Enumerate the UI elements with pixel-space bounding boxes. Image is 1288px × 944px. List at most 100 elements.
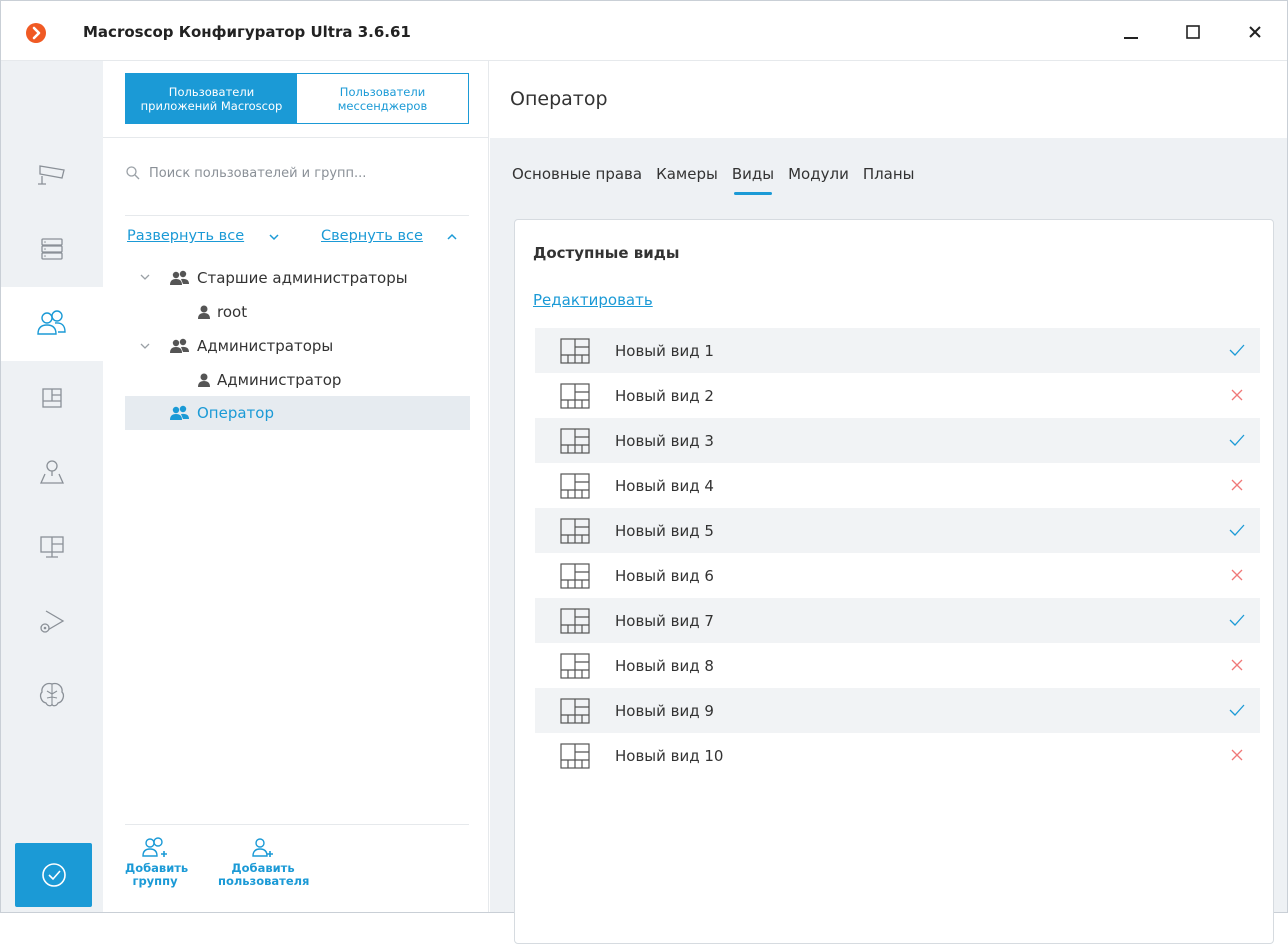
nav-monitors[interactable] [1, 510, 103, 584]
tree-item-group-selected[interactable]: Оператор [125, 396, 470, 430]
tree-item-group[interactable]: Старшие администраторы [125, 261, 470, 295]
users-icon [37, 310, 66, 335]
close-icon [1249, 26, 1261, 38]
minimize-icon [1124, 37, 1138, 39]
view-row[interactable]: Новый вид 9 [535, 688, 1260, 733]
view-name: Новый вид 5 [615, 521, 714, 540]
denied-cross-icon [1228, 476, 1246, 498]
permission-tabs: Основные права Камеры Виды Модули Планы [512, 165, 915, 195]
denied-cross-icon [1228, 386, 1246, 408]
group-icon [169, 338, 191, 354]
allowed-check-icon [1228, 431, 1246, 453]
users-panel: Пользователи приложений Macroscop Пользо… [103, 61, 489, 912]
nav-analytics[interactable] [1, 658, 103, 732]
allowed-check-icon [1228, 701, 1246, 723]
user-icon [197, 372, 211, 388]
user-type-switch: Пользователи приложений Macroscop Пользо… [125, 73, 469, 124]
playback-settings-icon [40, 610, 65, 633]
tree-item-label: Администраторы [197, 337, 334, 355]
add-group-label: Добавить группу [125, 861, 189, 888]
tree-item-user[interactable]: root [125, 295, 470, 329]
view-layout-icon [559, 337, 591, 364]
allowed-check-icon [1228, 341, 1246, 363]
app-window: Macroscop Конфигуратор Ultra 3.6.61 Поль… [0, 0, 1288, 944]
tab-cameras[interactable]: Камеры [656, 165, 718, 183]
collapse-all-link[interactable]: Свернуть все [321, 228, 423, 244]
divider [103, 137, 489, 138]
nav-views[interactable] [1, 361, 103, 435]
tree-item-label: root [217, 303, 248, 321]
denied-cross-icon [1228, 656, 1246, 678]
view-layout-icon [559, 427, 591, 454]
maximize-button[interactable] [1173, 15, 1213, 49]
view-name: Новый вид 2 [615, 386, 714, 405]
section-title: Доступные виды [533, 244, 680, 262]
view-layout-icon [559, 562, 591, 589]
nav-users[interactable] [1, 287, 103, 361]
search-icon [126, 166, 140, 180]
nav-playback-settings[interactable] [1, 584, 103, 658]
tree-item-label: Администратор [217, 371, 342, 389]
view-layout-icon [559, 742, 591, 769]
add-user-label: Добавить пользователя [218, 861, 310, 888]
view-row[interactable]: Новый вид 10 [535, 733, 1260, 778]
view-row[interactable]: Новый вид 8 [535, 643, 1260, 688]
nav-maps[interactable] [1, 435, 103, 509]
save-button[interactable] [15, 843, 92, 907]
view-row[interactable]: Новый вид 5 [535, 508, 1260, 553]
servers-icon [41, 238, 63, 260]
view-row[interactable]: Новый вид 3 [535, 418, 1260, 463]
view-layout-icon [559, 607, 591, 634]
chevron-down-icon[interactable] [268, 232, 280, 242]
camera-icon [38, 165, 65, 185]
available-views-card: Доступные виды Редактировать Новый вид 1… [514, 219, 1274, 944]
user-icon [197, 304, 211, 320]
divider [125, 215, 469, 216]
tab-views[interactable]: Виды [732, 165, 774, 195]
view-name: Новый вид 3 [615, 431, 714, 450]
view-layout-icon [559, 517, 591, 544]
view-layout-icon [559, 382, 591, 409]
main-sidebar [1, 61, 103, 912]
view-name: Новый вид 7 [615, 611, 714, 630]
divider [125, 824, 469, 825]
allowed-check-icon [1228, 521, 1246, 543]
window-title: Macroscop Конфигуратор Ultra 3.6.61 [83, 23, 411, 41]
maps-icon [39, 460, 65, 484]
nav-servers[interactable] [1, 212, 103, 286]
nav-cameras[interactable] [1, 138, 103, 212]
user-detail-pane: Оператор Основные права Камеры Виды Моду… [490, 61, 1287, 944]
close-button[interactable] [1235, 15, 1275, 49]
tree-item-user[interactable]: Администратор [125, 363, 470, 397]
view-layout-icon [559, 472, 591, 499]
tab-modules[interactable]: Модули [788, 165, 849, 183]
add-group-button[interactable]: Добавить группу [125, 836, 189, 888]
view-row[interactable]: Новый вид 7 [535, 598, 1260, 643]
edit-link[interactable]: Редактировать [533, 291, 653, 309]
view-row[interactable]: Новый вид 1 [535, 328, 1260, 373]
view-row[interactable]: Новый вид 4 [535, 463, 1260, 508]
view-row[interactable]: Новый вид 6 [535, 553, 1260, 598]
views-icon [42, 388, 62, 408]
tree-item-group[interactable]: Администраторы [125, 329, 470, 363]
minimize-button[interactable] [1111, 15, 1151, 49]
search-input[interactable]: Поиск пользователей и групп... [149, 166, 366, 181]
tab-plans[interactable]: Планы [863, 165, 915, 183]
search-field[interactable]: Поиск пользователей и групп... [125, 165, 366, 181]
tree-item-label: Оператор [197, 404, 274, 422]
maximize-icon [1186, 25, 1200, 39]
tree-item-label: Старшие администраторы [197, 269, 408, 287]
tab-app-users[interactable]: Пользователи приложений Macroscop [126, 74, 297, 123]
view-name: Новый вид 6 [615, 566, 714, 585]
view-row[interactable]: Новый вид 2 [535, 373, 1260, 418]
expand-all-link[interactable]: Развернуть все [127, 228, 244, 244]
add-user-button[interactable]: Добавить пользователя [209, 836, 317, 888]
brain-icon [39, 682, 65, 707]
view-name: Новый вид 10 [615, 746, 724, 765]
title-bar: Macroscop Конфигуратор Ultra 3.6.61 [1, 1, 1287, 61]
chevron-up-icon[interactable] [446, 232, 458, 242]
view-name: Новый вид 9 [615, 701, 714, 720]
tab-basic-rights[interactable]: Основные права [512, 165, 642, 183]
view-name: Новый вид 1 [615, 341, 714, 360]
tab-messenger-users[interactable]: Пользователи мессенджеров [297, 74, 468, 123]
